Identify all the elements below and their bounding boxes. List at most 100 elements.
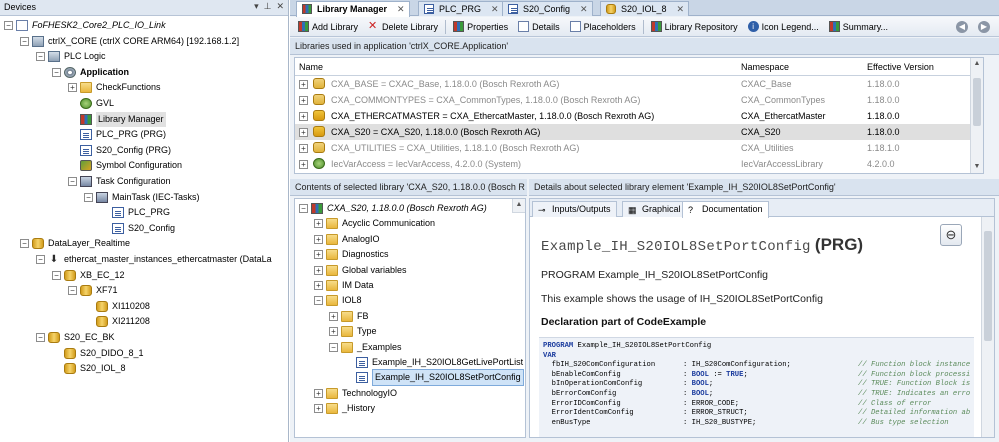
tree-item[interactable]: − S20_EC_BK <box>36 330 115 345</box>
tree-item[interactable]: − DataLayer_Realtime <box>20 236 130 251</box>
expand-toggle-icon[interactable]: + <box>314 388 323 398</box>
doc-back-button[interactable]: ⊖ <box>940 224 962 246</box>
tree-item[interactable]: PLC_PRG (PRG) <box>68 127 166 142</box>
properties-button[interactable]: Properties <box>450 21 511 32</box>
tree-item[interactable]: + Global variables <box>314 263 407 278</box>
expand-toggle-icon[interactable]: + <box>329 311 338 321</box>
tree-item[interactable]: − FoFHESK2_Core2_PLC_IO_Link <box>4 18 166 33</box>
column-version[interactable]: Effective Version <box>867 62 934 72</box>
expand-toggle-icon[interactable]: + <box>314 404 323 414</box>
close-tab-icon[interactable]: ✕ <box>677 4 685 14</box>
collapse-toggle-icon[interactable]: − <box>299 204 308 213</box>
expand-toggle-icon[interactable]: + <box>314 250 323 260</box>
editor-tab[interactable]: Library Manager ✕ <box>296 1 410 17</box>
tree-item[interactable]: − XF71 <box>68 283 118 298</box>
tree-item[interactable]: − IOL8 <box>314 293 362 308</box>
tree-item[interactable]: S20_DIDO_8_1 <box>52 346 144 361</box>
close-tab-icon[interactable]: ✕ <box>397 4 405 14</box>
pin-icon[interactable]: ⊥ <box>264 1 272 12</box>
tree-item[interactable]: + IM Data <box>314 278 374 293</box>
placeholders-button[interactable]: Placeholders <box>567 21 639 32</box>
nav-forward-button[interactable]: ▶ <box>975 20 993 33</box>
libraries-scrollbar[interactable]: ▲ ▼ <box>970 58 983 173</box>
expand-toggle-icon[interactable]: + <box>314 265 323 275</box>
close-tab-icon[interactable]: ✕ <box>580 4 588 14</box>
library-repository-button[interactable]: Library Repository <box>648 21 741 32</box>
details-tab[interactable]: ▦ Graphical <box>622 201 687 217</box>
expand-toggle-icon[interactable]: + <box>314 281 323 290</box>
collapse-toggle-icon[interactable]: − <box>36 333 45 342</box>
collapse-toggle-icon[interactable]: − <box>52 67 61 77</box>
collapse-toggle-icon[interactable]: − <box>314 296 323 306</box>
collapse-toggle-icon[interactable]: − <box>52 270 61 280</box>
close-tab-icon[interactable]: ✕ <box>491 4 499 14</box>
tree-item[interactable]: + FB <box>329 309 369 324</box>
details-tab[interactable]: ⊸ Inputs/Outputs <box>532 201 617 217</box>
scroll-down-icon[interactable]: ▼ <box>971 161 983 173</box>
expand-toggle-icon[interactable]: + <box>299 112 308 121</box>
expand-toggle-icon[interactable]: + <box>68 83 77 93</box>
tree-item[interactable]: XI110208 <box>84 299 150 314</box>
expand-toggle-icon[interactable]: + <box>329 327 338 337</box>
collapse-toggle-icon[interactable]: − <box>20 36 29 46</box>
collapse-toggle-icon[interactable]: − <box>20 239 29 249</box>
tree-item[interactable]: − _Examples <box>329 340 402 355</box>
editor-tab[interactable]: S20_IOL_8 ✕ <box>600 1 690 16</box>
tree-item[interactable]: − PLC Logic <box>36 49 106 64</box>
scroll-up-icon[interactable]: ▲ <box>971 58 983 70</box>
tree-item[interactable]: Example_IH_S20IOL8GetLivePortList <box>344 355 523 370</box>
tree-item[interactable]: + AnalogIO <box>314 232 380 247</box>
editor-tab[interactable]: PLC_PRG ✕ <box>418 1 504 16</box>
library-row[interactable]: + CXA_ETHERCATMASTER = CXA_EthercatMaster… <box>295 108 983 124</box>
tree-item[interactable]: PLC_PRG <box>100 205 170 220</box>
library-row[interactable]: + CXA_S20 = CXA_S20, 1.18.0.0 (Bosch Rexr… <box>295 124 983 140</box>
delete-library-button[interactable]: ✕ Delete Library <box>365 21 441 32</box>
tree-item[interactable]: − ctrlX_CORE (ctrlX CORE ARM64) [192.168.… <box>20 34 239 49</box>
collapse-toggle-icon[interactable]: − <box>329 342 338 352</box>
scroll-thumb[interactable] <box>984 231 992 341</box>
tree-item[interactable]: S20_Config (PRG) <box>68 143 171 158</box>
collapse-toggle-icon[interactable]: − <box>36 52 45 62</box>
collapse-toggle-icon[interactable]: − <box>4 21 13 30</box>
dropdown-arrow-icon[interactable]: ▾ <box>254 1 259 12</box>
tree-item[interactable]: GVL <box>68 96 114 111</box>
details-button[interactable]: Details <box>515 21 563 32</box>
nav-back-button[interactable]: ◀ <box>953 20 971 33</box>
collapse-toggle-icon[interactable]: − <box>68 286 77 296</box>
tree-item[interactable]: + CheckFunctions <box>68 80 161 95</box>
library-row[interactable]: + IecVarAccess = IecVarAccess, 4.2.0.0 (S… <box>295 156 983 172</box>
tree-item[interactable]: + Diagnostics <box>314 247 389 262</box>
tree-item[interactable]: S20_IOL_8 <box>52 361 126 376</box>
collapse-toggle-icon[interactable]: − <box>68 177 77 186</box>
expand-toggle-icon[interactable]: + <box>299 128 308 137</box>
library-row[interactable]: + CXA_UTILITIES = CXA_Utilities, 1.18.1.0… <box>295 140 983 156</box>
icon-legend-button[interactable]: i Icon Legend... <box>745 21 822 32</box>
scroll-thumb[interactable] <box>973 78 981 126</box>
tree-item[interactable]: + TechnologyIO <box>314 386 397 401</box>
collapse-toggle-icon[interactable]: − <box>36 255 45 264</box>
expand-toggle-icon[interactable]: + <box>299 144 308 153</box>
tree-item[interactable]: − XB_EC_12 <box>52 268 125 283</box>
tree-item[interactable]: Library Manager <box>68 111 166 127</box>
close-icon[interactable]: ✕ <box>276 1 284 12</box>
tree-item[interactable]: − Task Configuration <box>68 174 171 189</box>
column-namespace[interactable]: Namespace <box>741 62 789 72</box>
expand-toggle-icon[interactable]: + <box>299 80 308 89</box>
tree-item[interactable]: − ⬇ ethercat_master_instances_ethercatmast… <box>36 252 272 267</box>
add-library-button[interactable]: Add Library <box>295 21 361 32</box>
tree-item[interactable]: − CXA_S20, 1.18.0.0 (Bosch Rexroth AG) <box>299 201 487 216</box>
expand-toggle-icon[interactable]: + <box>314 234 323 244</box>
tree-item[interactable]: + Acyclic Communication <box>314 216 435 231</box>
library-row[interactable]: + CXA_BASE = CXAC_Base, 1.18.0.0 (Bosch R… <box>295 76 983 92</box>
expand-toggle-icon[interactable]: + <box>299 96 308 105</box>
editor-tab[interactable]: S20_Config ✕ <box>502 1 593 16</box>
details-scrollbar[interactable] <box>981 217 994 437</box>
summary-button[interactable]: Summary... <box>826 21 891 32</box>
tree-item[interactable]: Example_IH_S20IOL8SetPortConfig <box>344 369 524 387</box>
tree-item[interactable]: − Application <box>52 65 129 80</box>
expand-toggle-icon[interactable]: + <box>314 219 323 229</box>
column-name[interactable]: Name <box>299 62 323 72</box>
tree-item[interactable]: + _History <box>314 401 375 416</box>
tree-item[interactable]: − MainTask (IEC-Tasks) <box>84 190 200 205</box>
details-tab[interactable]: ? Documentation <box>682 201 769 218</box>
